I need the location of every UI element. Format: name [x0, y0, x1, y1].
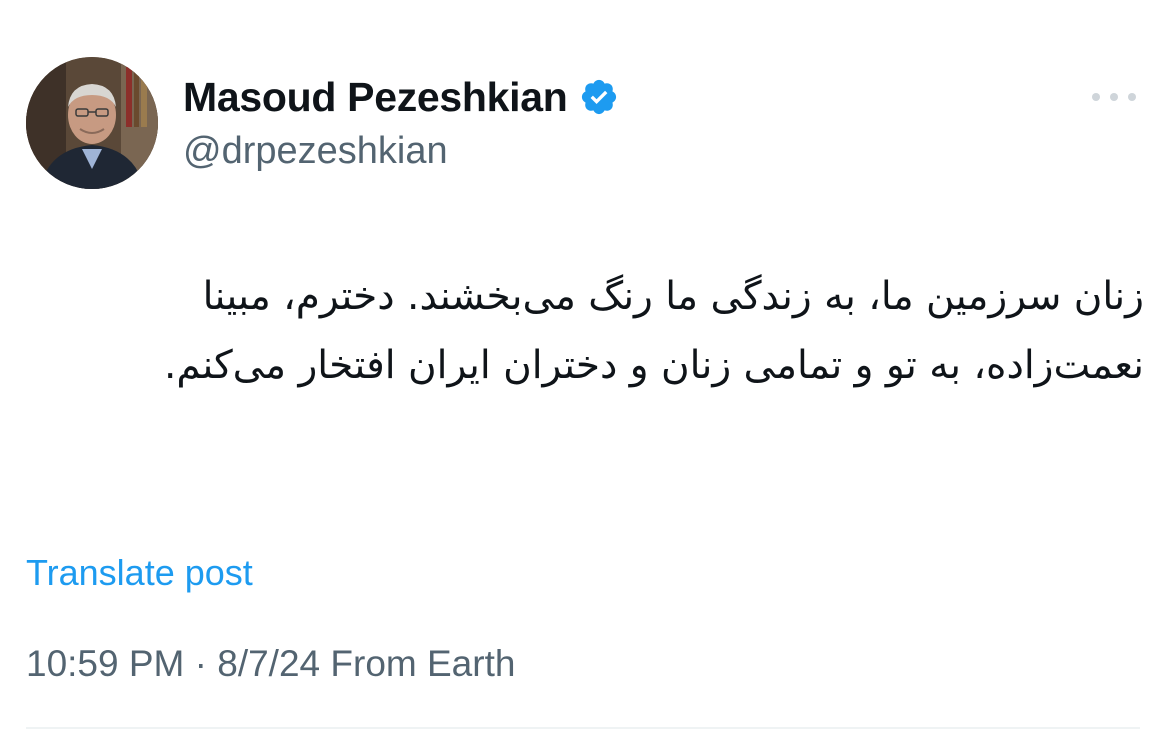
post-text: زنان سرزمین ما، به زندگی ما رنگ می‌بخشند… [163, 274, 1144, 388]
more-dot [1128, 93, 1136, 101]
author-display-name[interactable]: Masoud Pezeshkian [183, 74, 568, 121]
avatar[interactable] [26, 57, 158, 189]
author-handle[interactable]: @drpezeshkian [183, 130, 448, 173]
translate-post-link[interactable]: Translate post [26, 552, 253, 594]
divider [26, 727, 1140, 729]
post-card: Masoud Pezeshkian @drpezeshkian زنان سرز… [0, 0, 1166, 741]
author-name-row: Masoud Pezeshkian [183, 72, 619, 122]
avatar-photo [26, 57, 158, 189]
post-timestamp[interactable]: 10:59 PM · 8/7/24 From Earth [26, 643, 515, 685]
more-horizontal-icon[interactable] [1092, 86, 1136, 108]
verified-badge-icon [581, 79, 616, 115]
more-dot [1110, 93, 1118, 101]
more-dot [1092, 93, 1100, 101]
